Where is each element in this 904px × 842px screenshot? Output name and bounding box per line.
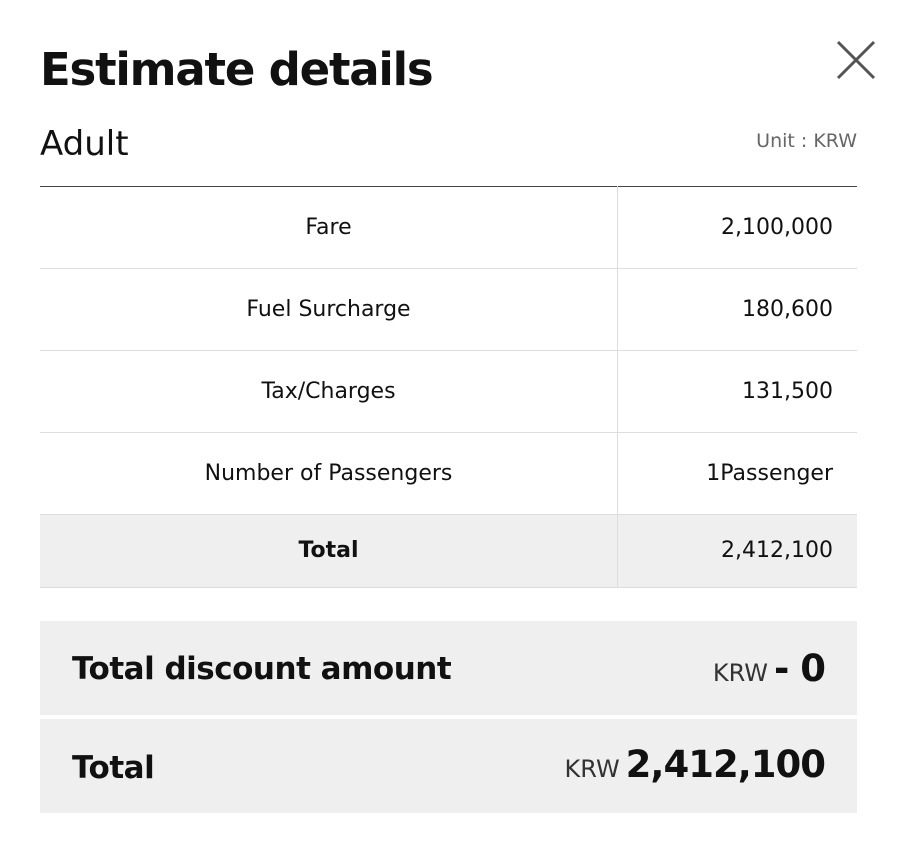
close-button[interactable] — [834, 38, 878, 82]
fare-breakdown-table: Fare 2,100,000 Fuel Surcharge 180,600 Ta… — [40, 186, 857, 588]
row-value-total: 2,412,100 — [617, 514, 857, 588]
row-value-tax-charges: 131,500 — [617, 350, 857, 433]
row-label-passengers: Number of Passengers — [40, 432, 618, 515]
row-value-fuel-surcharge: 180,600 — [617, 268, 857, 351]
table-total-row: Total 2,412,100 — [40, 514, 857, 588]
grand-total-value: KRW 2,412,100 — [564, 743, 827, 786]
discount-amount: - 0 — [774, 647, 826, 690]
row-label-fuel-surcharge: Fuel Surcharge — [40, 268, 618, 351]
unit-label: Unit : KRW — [756, 130, 857, 152]
table-row: Fare 2,100,000 — [40, 186, 857, 269]
row-label-fare: Fare — [40, 186, 618, 269]
discount-label: Total discount amount — [72, 651, 452, 687]
row-value-passengers: 1Passenger — [617, 432, 857, 515]
grand-total-currency: KRW — [564, 755, 620, 783]
row-label-total: Total — [40, 514, 618, 588]
discount-summary: Total discount amount KRW - 0 — [40, 621, 857, 715]
table-row: Number of Passengers 1Passenger — [40, 432, 857, 515]
close-icon — [836, 40, 876, 80]
row-label-tax-charges: Tax/Charges — [40, 350, 618, 433]
table-row: Tax/Charges 131,500 — [40, 350, 857, 433]
estimate-details-modal: Estimate details Adult Unit : KRW Fare 2… — [0, 0, 904, 842]
row-value-fare: 2,100,000 — [617, 186, 857, 269]
discount-value: KRW - 0 — [712, 647, 826, 690]
grand-total-label: Total — [72, 750, 155, 786]
discount-currency: KRW — [712, 659, 769, 687]
grand-total-summary: Total KRW 2,412,100 — [40, 719, 857, 813]
modal-title: Estimate details — [40, 43, 434, 96]
section-title-adult: Adult — [40, 124, 129, 164]
table-row: Fuel Surcharge 180,600 — [40, 268, 857, 351]
grand-total-amount: 2,412,100 — [625, 743, 826, 786]
